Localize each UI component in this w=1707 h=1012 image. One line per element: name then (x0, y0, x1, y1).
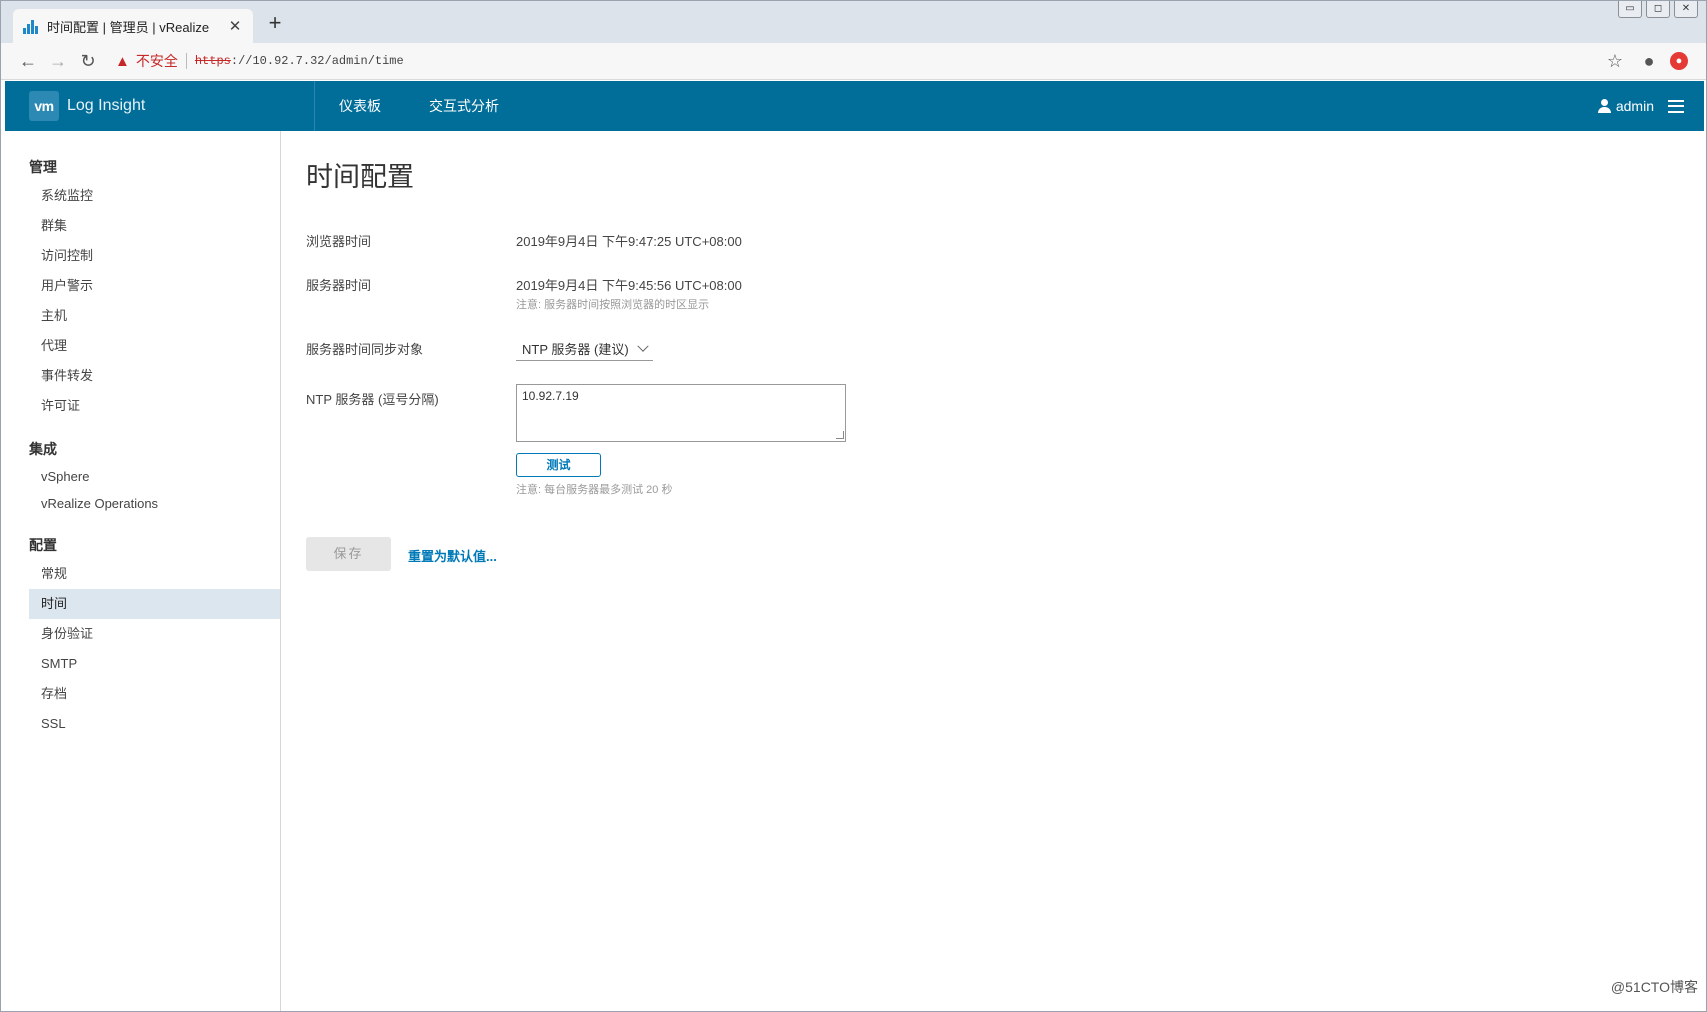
user-menu[interactable]: admin (1597, 98, 1704, 114)
brand-name: Log Insight (67, 97, 146, 114)
new-tab-button[interactable]: + (265, 12, 285, 34)
sidebar-item-general[interactable]: 常规 (29, 559, 280, 589)
browser-time-label: 浏览器时间 (306, 234, 372, 249)
chevron-down-icon (636, 340, 649, 352)
nav-dashboard[interactable]: 仪表板 (315, 81, 405, 131)
reset-defaults-link[interactable]: 重置为默认值... (408, 546, 497, 565)
sidebar-heading: 配置 (29, 537, 57, 553)
ntp-servers-label: NTP 服务器 (逗号分隔) (306, 392, 439, 407)
window-controls: ▭ ◻ ✕ (1614, 1, 1698, 18)
sidebar-item-event-forwarding[interactable]: 事件转发 (29, 361, 280, 391)
sidebar-group-management: 管理 系统监控 群集 访问控制 用户警示 主机 代理 事件转发 许可证 (5, 153, 280, 421)
hamburger-menu-icon[interactable] (1668, 99, 1684, 113)
reload-icon[interactable]: ↻ (73, 47, 103, 75)
sidebar-group-configuration: 配置 常规 时间 身份验证 SMTP 存档 SSL (5, 531, 280, 739)
sidebar-group-integration: 集成 vSphere vRealize Operations (5, 435, 280, 517)
user-name: admin (1615, 98, 1654, 114)
nav-interactive-analytics[interactable]: 交互式分析 (405, 81, 523, 131)
brand[interactable]: vm Log Insight (5, 81, 315, 131)
log-insight-favicon-icon (23, 18, 39, 34)
browser-window: 时间配置 | 管理员 | vRealize ✕ + ▭ ◻ ✕ ← → ↻ ▲ … (0, 0, 1707, 1012)
back-arrow-icon[interactable]: ← (13, 47, 43, 75)
browser-toolbar: ← → ↻ ▲ 不安全 https://10.92.7.32/admin/tim… (1, 43, 1706, 80)
sidebar-item-vsphere[interactable]: vSphere (29, 463, 280, 490)
page-title: 时间配置 (306, 162, 414, 192)
server-time-note: 注意: 服务器时间按照浏览器的时区显示 (516, 299, 710, 311)
minimize-icon[interactable]: ▭ (1618, 1, 1642, 18)
vm-logo: vm (29, 91, 59, 121)
sidebar: 管理 系统监控 群集 访问控制 用户警示 主机 代理 事件转发 许可证 集成 v… (5, 131, 281, 1011)
sync-target-label: 服务器时间同步对象 (306, 342, 424, 357)
sidebar-item-archive[interactable]: 存档 (29, 679, 280, 709)
address-bar[interactable]: ▲ 不安全 https://10.92.7.32/admin/time (115, 47, 1582, 75)
sidebar-item-license[interactable]: 许可证 (29, 391, 280, 421)
profile-icon[interactable]: ● (1634, 47, 1664, 75)
sync-target-selected: NTP 服务器 (建议) (522, 342, 629, 357)
sidebar-item-vrealize-operations[interactable]: vRealize Operations (29, 490, 280, 517)
sidebar-item-cluster[interactable]: 群集 (29, 211, 280, 241)
app-header: vm Log Insight 仪表板 交互式分析 admin (5, 81, 1704, 131)
main-content: 时间配置 浏览器时间 2019年9月4日 下午9:47:25 UTC+08:00… (306, 131, 1696, 1011)
sidebar-item-authentication[interactable]: 身份验证 (29, 619, 280, 649)
server-time-label: 服务器时间 (306, 278, 372, 293)
maximize-icon[interactable]: ◻ (1646, 1, 1670, 18)
sidebar-heading: 集成 (29, 441, 57, 457)
server-time-value: 2019年9月4日 下午9:45:56 UTC+08:00 (516, 278, 742, 293)
ntp-servers-input[interactable]: 10.92.7.19 (516, 384, 846, 442)
extension-icon[interactable]: ● (1670, 52, 1688, 70)
user-icon (1597, 99, 1612, 113)
tab-title: 时间配置 | 管理员 | vRealize (47, 19, 210, 35)
sidebar-item-agents[interactable]: 代理 (29, 331, 280, 361)
sidebar-item-time[interactable]: 时间 (29, 589, 280, 619)
address-separator (185, 53, 187, 69)
test-button[interactable]: 测试 (516, 453, 601, 477)
sidebar-item-ssl[interactable]: SSL (29, 709, 280, 739)
url-scheme: https (194, 54, 231, 68)
browser-time-value: 2019年9月4日 下午9:47:25 UTC+08:00 (516, 234, 742, 249)
sync-target-select[interactable]: NTP 服务器 (建议) (516, 337, 653, 361)
warning-icon: ▲ (115, 52, 130, 70)
sidebar-item-system-monitor[interactable]: 系统监控 (29, 181, 280, 211)
save-button[interactable]: 保存 (306, 537, 391, 571)
browser-tab[interactable]: 时间配置 | 管理员 | vRealize ✕ (13, 9, 253, 43)
close-window-icon[interactable]: ✕ (1674, 1, 1698, 18)
top-nav: 仪表板 交互式分析 (315, 81, 523, 131)
tab-bar: 时间配置 | 管理员 | vRealize ✕ + ▭ ◻ ✕ (1, 1, 1706, 43)
resize-grip-icon[interactable] (836, 431, 844, 439)
close-tab-icon[interactable]: ✕ (227, 17, 243, 35)
forward-arrow-icon[interactable]: → (43, 47, 73, 75)
url-path: ://10.92.7.32/admin/time (230, 54, 404, 68)
bookmark-star-icon[interactable]: ☆ (1600, 47, 1630, 75)
sidebar-item-user-alerts[interactable]: 用户警示 (29, 271, 280, 301)
url-text[interactable]: https://10.92.7.32/admin/time (195, 54, 404, 68)
insecure-label[interactable]: 不安全 (136, 51, 178, 71)
sidebar-item-smtp[interactable]: SMTP (29, 649, 280, 679)
sidebar-item-access-control[interactable]: 访问控制 (29, 241, 280, 271)
sidebar-item-hosts[interactable]: 主机 (29, 301, 280, 331)
watermark: @51CTO博客 (1610, 979, 1698, 995)
test-note: 注意: 每台服务器最多测试 20 秒 (516, 484, 673, 496)
sidebar-heading: 管理 (29, 159, 57, 175)
